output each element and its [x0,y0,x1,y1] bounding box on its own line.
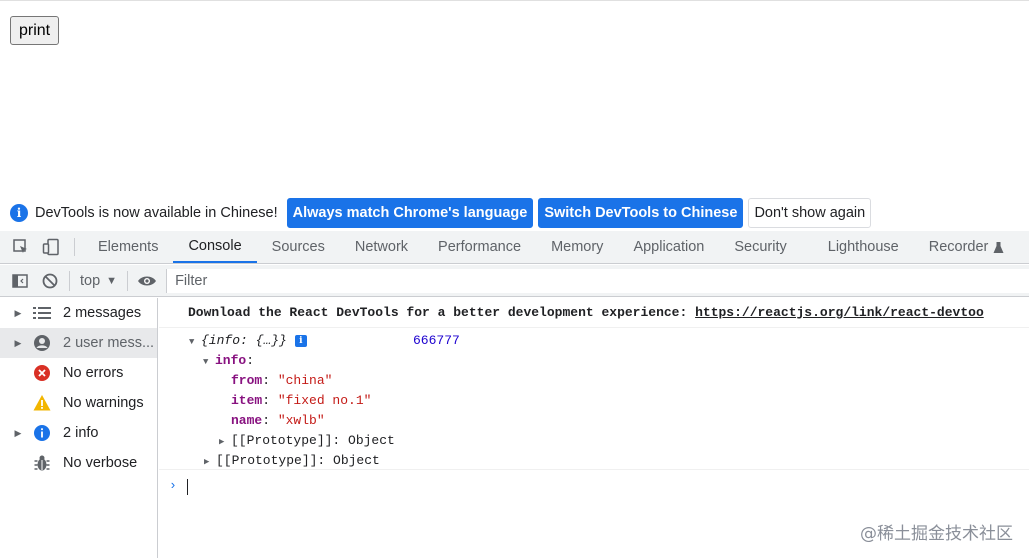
sidebar-item-label: No warnings [63,395,144,411]
switch-to-chinese-button[interactable]: Switch DevTools to Chinese [538,197,744,228]
expand-arrow-icon[interactable]: ▶ [9,428,27,439]
dont-show-again-button[interactable]: Don't show again [748,197,872,228]
expand-arrow-icon[interactable]: ▶ [9,308,27,319]
info-icon [33,424,51,442]
property-key: item [231,393,263,408]
tab-console[interactable]: Console [173,231,257,263]
context-selector[interactable]: top ▼ [74,273,123,289]
bug-icon [33,454,51,472]
object-info-icon[interactable]: i [294,335,307,347]
devtools-panel: i DevTools is now available in Chinese! … [0,196,1029,558]
property-row: name: "xwlb" [231,413,325,428]
console-input-caret[interactable] [187,479,188,495]
property-value: "china" [277,373,333,388]
sidebar-item-label: 2 user mess... [63,335,155,351]
clear-console-icon[interactable] [35,265,65,297]
console-toolbar: top ▼ Filter [0,265,1029,297]
live-expression-eye-icon[interactable] [132,265,162,297]
divider [74,238,75,256]
info-property-row[interactable]: ▼ info: [203,351,254,371]
inspect-element-icon[interactable] [6,231,36,263]
sidebar-item-label: 2 info [63,425,99,441]
error-icon [33,364,51,382]
expand-arrow-icon[interactable]: ▶ [9,338,27,349]
sidebar-item-verbose[interactable]: No verbose [0,448,157,478]
context-label: top [80,272,101,289]
dropdown-arrow-icon: ▼ [106,274,118,287]
property-key: from [231,373,263,388]
property-key: info [215,353,247,368]
sidebar-item-messages[interactable]: ▶ 2 messages [0,298,157,328]
sidebar-item-info[interactable]: ▶ 2 info [0,418,157,448]
tab-sources[interactable]: Sources [257,231,340,263]
device-toolbar-icon[interactable] [36,231,66,263]
filter-input[interactable]: Filter [166,268,1029,293]
message-text: Download the React DevTools for a better… [188,305,696,320]
divider [69,270,70,291]
prototype-row[interactable]: ▶ [[Prototype]]: Object [219,431,395,451]
logged-number: 666777 [413,333,460,348]
user-icon [33,334,51,352]
tab-recorder[interactable]: Recorder [914,231,1009,263]
sidebar-item-errors[interactable]: No errors [0,358,157,388]
console-prompt-icon: › [169,478,177,493]
sidebar-item-user-messages[interactable]: ▶ 2 user mess... [0,328,157,358]
experiment-flask-icon [993,241,1004,253]
language-infobar: i DevTools is now available in Chinese! … [0,196,1029,229]
infobar-message: DevTools is now available in Chinese! [35,204,278,221]
divider [159,327,1029,328]
sidebar-item-warnings[interactable]: No warnings [0,388,157,418]
sidebar-item-label: No verbose [63,455,138,471]
object-summary: {info: {…}} [201,333,287,348]
list-icon [33,304,51,322]
divider [159,469,1029,470]
page-area: print [0,0,1029,196]
print-button[interactable]: print [10,16,60,45]
divider [127,270,129,291]
sidebar-toggle-icon[interactable] [5,265,35,297]
react-devtools-link[interactable]: https://reactjs.org/link/react-devtoo [695,305,984,320]
property-row: from: "china" [231,373,333,388]
react-devtools-message: Download the React DevTools for a better… [188,305,984,320]
tab-elements[interactable]: Elements [83,231,173,263]
tab-performance[interactable]: Performance [423,231,536,263]
tab-lighthouse[interactable]: Lighthouse [802,231,914,263]
prototype-label: [[Prototype]]: Object [231,433,395,448]
warning-icon [33,394,51,412]
prototype-label: [[Prototype]]: Object [216,453,380,468]
property-value: "fixed no.1" [277,393,372,408]
always-match-language-button[interactable]: Always match Chrome's language [286,197,534,228]
prototype-row[interactable]: ▶ [[Prototype]]: Object [204,451,380,471]
tab-memory[interactable]: Memory [536,231,618,263]
object-summary-row[interactable]: ▼ {info: {…}} i [189,331,307,351]
devtools-tabbar: Elements Console Sources Network Perform… [0,231,1029,264]
sidebar-item-label: 2 messages [63,305,142,321]
tab-recorder-label: Recorder [928,239,989,255]
sidebar-item-label: No errors [63,365,124,381]
tab-network[interactable]: Network [340,231,423,263]
watermark: @稀土掘金技术社区 [860,524,1013,544]
tab-security[interactable]: Security [719,231,801,263]
info-icon: i [10,203,28,222]
property-key: name [231,413,263,428]
property-value: "xwlb" [277,413,325,428]
collapse-arrow-icon[interactable]: ▼ [189,332,201,352]
property-row: item: "fixed no.1" [231,393,372,408]
expand-arrow-icon[interactable]: ▶ [219,432,231,452]
console-sidebar: ▶ 2 messages ▶ 2 user mess... No errors [0,298,158,558]
collapse-arrow-icon[interactable]: ▼ [203,352,215,372]
tab-application[interactable]: Application [618,231,719,263]
